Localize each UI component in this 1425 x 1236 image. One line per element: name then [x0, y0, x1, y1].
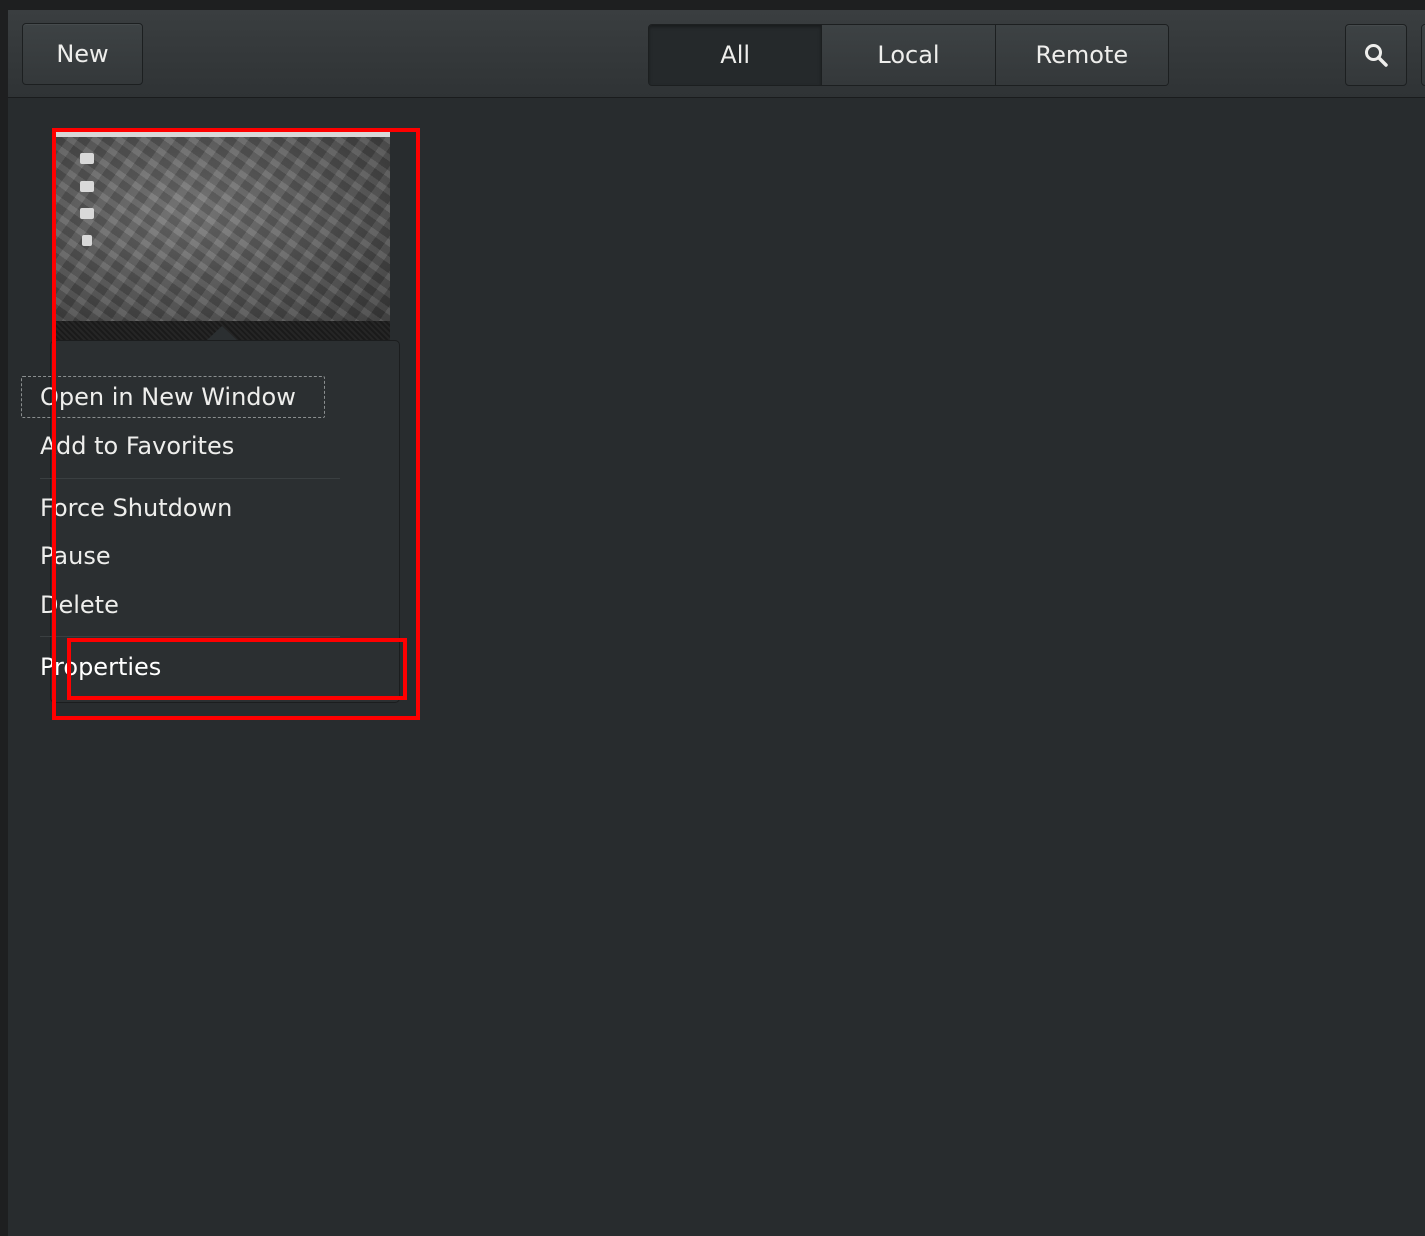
new-button[interactable]: New [22, 23, 143, 85]
machine-thumbnail[interactable] [56, 131, 390, 341]
home-icon [80, 208, 94, 219]
search-button[interactable] [1345, 24, 1407, 86]
search-icon [1365, 44, 1388, 67]
menu-item-force-shutdown[interactable]: Force Shutdown [21, 487, 325, 529]
header-bar: New All Local Remote [8, 10, 1425, 98]
tab-all[interactable]: All [649, 25, 822, 85]
tab-remote[interactable]: Remote [994, 25, 1168, 85]
menu-separator [40, 636, 340, 637]
menu-item-add-to-favorites[interactable]: Add to Favorites [21, 425, 325, 467]
menu-item-delete[interactable]: Delete [21, 584, 325, 626]
popover-arrow [206, 326, 238, 341]
trash-icon [82, 235, 92, 246]
menu-button[interactable] [1421, 24, 1425, 86]
computer-icon [80, 153, 94, 164]
menu-item-pause[interactable]: Pause [21, 535, 325, 577]
preview-top-bar [56, 131, 390, 137]
folder-icon [80, 181, 94, 192]
menu-item-open-in-new-window[interactable]: Open in New Window [21, 376, 325, 418]
desktop-preview [56, 137, 390, 321]
menu-item-properties[interactable]: Properties [21, 646, 325, 688]
menu-separator [40, 478, 340, 479]
tab-local[interactable]: Local [821, 25, 995, 85]
view-switcher: All Local Remote [648, 24, 1169, 86]
